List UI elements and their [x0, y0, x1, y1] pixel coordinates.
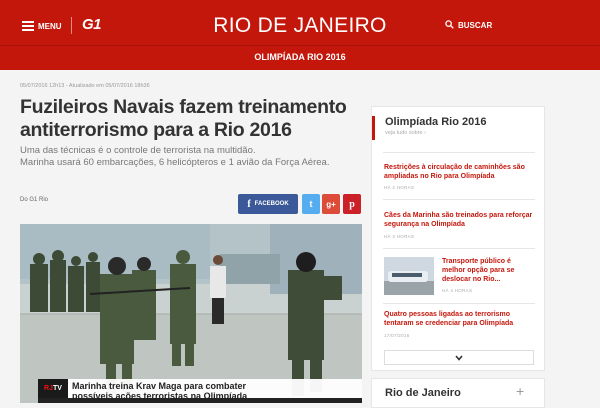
- menu-button[interactable]: MENU: [22, 17, 62, 35]
- sidebar-item-time: HÁ 4 HORAS: [442, 288, 473, 293]
- sidebar-divider: [383, 248, 535, 249]
- sidebar-item-title[interactable]: Transporte público é melhor opção para s…: [442, 257, 534, 284]
- share-facebook-label: FACEBOOK: [254, 201, 289, 207]
- sidebar-item-title[interactable]: Cães da Marinha são treinados para refor…: [384, 211, 534, 229]
- sidebar-olimpiada: Olimpíada Rio 2016 veja tudo sobre › Res…: [371, 106, 545, 371]
- sidebar-divider: [383, 152, 535, 153]
- expand-plus-icon[interactable]: +: [516, 383, 524, 399]
- sidebar-accent: [372, 116, 375, 140]
- article-subtitle-line: Uma das técnicas é o controle de terrori…: [20, 145, 256, 156]
- g1-logo[interactable]: G1: [82, 16, 102, 33]
- facebook-icon: f: [247, 198, 251, 210]
- video-caption: RJ TV Marinha treina Krav Maga para comba…: [38, 379, 362, 403]
- video-frame-image: [20, 224, 362, 403]
- gplus-icon: g+: [326, 199, 336, 209]
- share-gplus-button[interactable]: g+: [322, 194, 340, 214]
- rjtv-logo-part: RJ: [44, 385, 53, 392]
- article-subtitle: Uma das técnicas é o controle de terrori…: [20, 145, 365, 169]
- share-pinterest-button[interactable]: p: [343, 194, 361, 214]
- share-twitter-button[interactable]: t: [302, 194, 320, 214]
- sidebar-more-button[interactable]: [384, 350, 534, 365]
- sidebar-item-title[interactable]: Quatro pessoas ligadas ao terrorismo ten…: [384, 310, 534, 328]
- rjtv-logo-part: TV: [53, 385, 62, 392]
- sidebar-rio-de-janeiro: Rio de Janeiro +: [371, 378, 545, 408]
- article-video[interactable]: RJ TV Marinha treina Krav Maga para comba…: [20, 224, 362, 403]
- video-ticker: [38, 398, 362, 403]
- subnav-divider: [0, 45, 600, 46]
- video-caption-line: Marinha treina Krav Maga para combater: [72, 381, 247, 391]
- sidebar-item-title[interactable]: Restrições à circulação de caminhões são…: [384, 163, 534, 181]
- rjtv-logo: RJ TV: [38, 379, 68, 398]
- header-divider: [71, 17, 72, 34]
- share-facebook-button[interactable]: f FACEBOOK: [238, 194, 298, 214]
- pinterest-icon: p: [349, 198, 355, 210]
- sidebar-item-time: 17/07/2016: [384, 333, 410, 338]
- sidebar-see-all-link[interactable]: veja tudo sobre ›: [385, 130, 426, 136]
- menu-label: MENU: [38, 21, 62, 31]
- sidebar-title[interactable]: Olimpíada Rio 2016: [385, 116, 486, 128]
- search-input[interactable]: [440, 16, 530, 34]
- sidebar-divider: [383, 199, 535, 200]
- twitter-icon: t: [309, 199, 313, 209]
- thumbnail-image: [384, 257, 434, 295]
- site-header: MENU G1 RIO DE JANEIRO OLIMPÍADA RIO 201…: [0, 0, 600, 70]
- chevron-down-icon: [455, 354, 463, 361]
- sidebar-section-title[interactable]: Rio de Janeiro: [385, 387, 461, 399]
- hamburger-icon: [22, 21, 34, 31]
- sidebar-divider: [383, 303, 535, 304]
- sidebar-item-time: HÁ 3 HORAS: [384, 234, 415, 239]
- article-timestamp: 05/07/2016 12h13 - Atualizado em 05/07/2…: [20, 83, 150, 89]
- article-subtitle-line: Marinha usará 60 embarcações, 6 helicópt…: [20, 157, 330, 168]
- subnav-title[interactable]: OLIMPÍADA RIO 2016: [0, 52, 600, 62]
- sidebar-item-thumbnail[interactable]: [384, 257, 434, 295]
- search-box[interactable]: [440, 16, 530, 34]
- article-byline: Do G1 Rio: [20, 197, 49, 203]
- article-headline: Fuzileiros Navais fazem treinamento anti…: [20, 96, 347, 141]
- sidebar-item-time: HÁ 2 HORAS: [384, 185, 415, 190]
